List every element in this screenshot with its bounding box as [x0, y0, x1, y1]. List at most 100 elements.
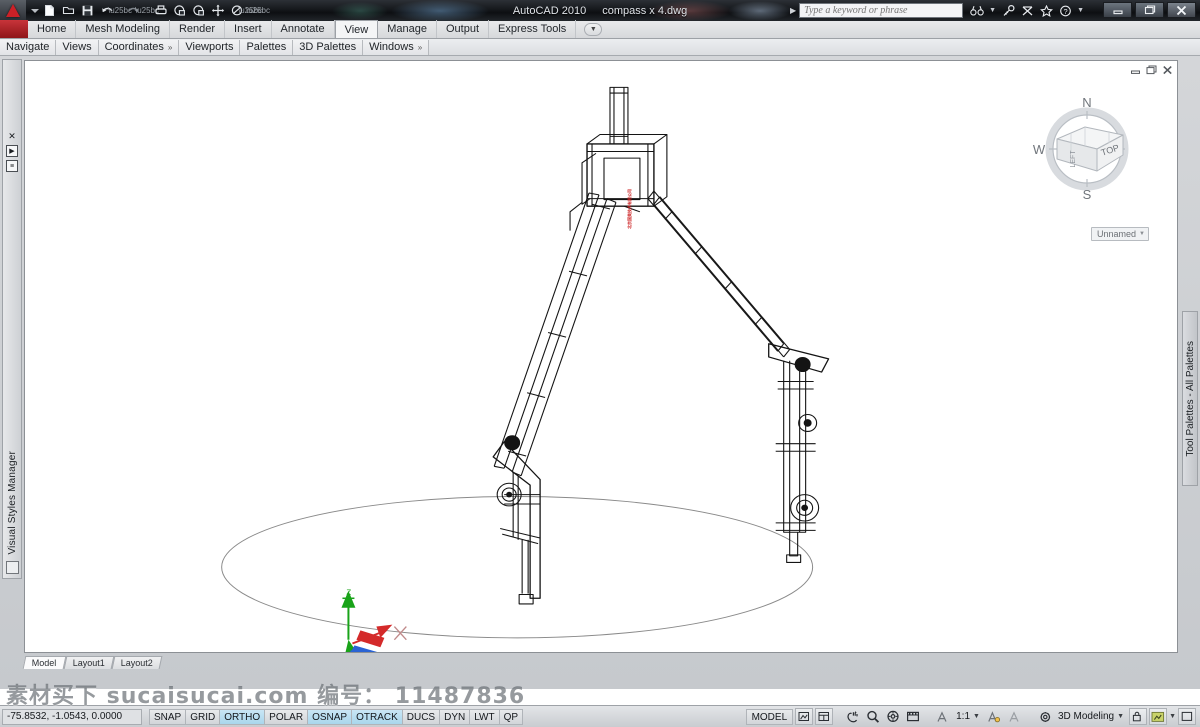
tool-palettes-dock[interactable]: Tool Palettes - All Palettes [1182, 311, 1198, 486]
panel-coordinates[interactable]: Coordinates » [98, 39, 180, 55]
annotation-scale-control[interactable]: 1:1 ▼ [953, 711, 983, 722]
drawing-close-button[interactable] [1161, 64, 1173, 76]
tab-manage[interactable]: Manage [378, 20, 437, 38]
plot-icon[interactable] [152, 2, 169, 19]
toggle-ortho[interactable]: ORTHO [219, 708, 265, 725]
drawing-minimize-button[interactable] [1129, 64, 1141, 76]
annotation-scale-caret-icon[interactable]: ▼ [973, 713, 980, 720]
annotation-sync-icon[interactable] [1005, 708, 1023, 725]
status-menu-caret-icon[interactable]: ▼ [1169, 713, 1176, 720]
viewcube-west-label: W [1033, 142, 1046, 157]
tab-express-tools[interactable]: Express Tools [489, 20, 577, 38]
layout-tab-layout2[interactable]: Layout2 [111, 656, 162, 669]
panel-palettes[interactable]: Palettes [240, 39, 294, 55]
search-box[interactable] [799, 3, 964, 18]
publish-icon[interactable] [190, 2, 207, 19]
workspace-caret-icon[interactable]: ▼ [1117, 713, 1124, 720]
ribbon-minimize-icon[interactable]: ▼ [584, 23, 603, 36]
ucs-icon: Z [341, 588, 407, 652]
space-toggle-button[interactable]: MODEL [745, 708, 794, 725]
help-icon[interactable]: ? [1058, 4, 1072, 18]
tab-home[interactable]: Home [28, 20, 77, 38]
application-status-icon[interactable] [1149, 708, 1168, 725]
open-icon[interactable] [60, 2, 77, 19]
panel-3d-palettes-label: 3D Palettes [299, 40, 357, 53]
tab-insert[interactable]: Insert [225, 20, 272, 38]
properties-menu-icon[interactable]: ≡ [6, 160, 18, 172]
layout-tab-layout1[interactable]: Layout1 [63, 656, 114, 669]
restore-button[interactable] [1135, 2, 1164, 18]
visual-styles-manager-dock[interactable]: ✕ ▶ ≡ Visual Styles Manager [2, 59, 22, 579]
drawing-restore-button[interactable] [1145, 64, 1157, 76]
application-menu-button[interactable] [0, 0, 26, 21]
favorites-icon[interactable] [1039, 4, 1053, 18]
steering-wheel-icon[interactable] [884, 708, 902, 725]
toggle-lwt[interactable]: LWT [469, 708, 499, 725]
chevron-down-icon[interactable]: ▼ [1139, 231, 1145, 237]
qat-expand-icon[interactable] [30, 6, 39, 15]
auto-hide-icon[interactable]: ▶ [6, 145, 18, 157]
search-input[interactable] [804, 5, 959, 16]
new-icon[interactable] [41, 2, 58, 19]
panel-views[interactable]: Views [56, 39, 99, 55]
minimize-button[interactable] [1103, 2, 1132, 18]
toggle-osnap[interactable]: OSNAP [307, 708, 352, 725]
qat-overflow-icon[interactable]: \u25bc [246, 2, 270, 19]
panel-windows[interactable]: Windows » [363, 39, 430, 55]
toggle-otrack[interactable]: OTRACK [351, 708, 402, 725]
close-button[interactable] [1167, 2, 1196, 18]
tab-view[interactable]: View [334, 20, 379, 38]
tab-render[interactable]: Render [170, 20, 226, 38]
signature-icon[interactable] [1020, 4, 1034, 18]
ribbon-panel-bar: Navigate Views Coordinates » Viewports P… [0, 39, 1200, 56]
viewcube[interactable]: N W S TOP LEFT [1031, 91, 1143, 211]
named-view-dropdown[interactable]: Unnamed ▼ [1090, 227, 1149, 241]
plot-preview-icon[interactable] [171, 2, 188, 19]
panel-3d-palettes[interactable]: 3D Palettes [293, 39, 364, 55]
layout-tab-model[interactable]: Model [22, 656, 66, 669]
toggle-polar[interactable]: POLAR [264, 708, 308, 725]
autoscale-icon[interactable] [985, 708, 1003, 725]
save-icon[interactable] [79, 2, 96, 19]
clean-screen-icon[interactable] [1178, 708, 1196, 725]
drawing-canvas[interactable]: Z 北京国美技术有限公司 N W S TOP LEFT Unnamed ▼ [24, 60, 1178, 653]
coordinate-display[interactable]: -75.8532, -1.0543, 0.0000 [2, 708, 142, 725]
search-icon[interactable] [970, 4, 984, 18]
search-caret-icon[interactable]: ▼ [989, 7, 996, 14]
watermark-text: 素材买下 sucaisucai.com 编号： 11487836 [6, 684, 526, 709]
infocenter: ▶ ▼ ? ▼ [790, 3, 1084, 18]
redo-caret-icon[interactable]: \u25bc [135, 2, 159, 19]
panel-windows-expand-icon[interactable]: » [418, 40, 422, 55]
quick-view-layouts-icon[interactable] [795, 708, 814, 725]
toggle-grid[interactable]: GRID [185, 708, 220, 725]
machine-geometry [492, 86, 830, 605]
toggle-snap[interactable]: SNAP [149, 708, 186, 725]
showmotion-icon[interactable] [904, 708, 922, 725]
close-icon[interactable]: ✕ [6, 130, 18, 142]
tab-annotate[interactable]: Annotate [272, 20, 335, 38]
toggle-ducs[interactable]: DUCS [401, 708, 440, 725]
panel-navigate[interactable]: Navigate [0, 39, 57, 55]
annotation-visibility-icon[interactable] [933, 708, 951, 725]
viewcube-left-face-label: LEFT [1070, 150, 1077, 168]
panel-viewports[interactable]: Viewports [179, 39, 241, 55]
quick-view-drawings-icon[interactable] [815, 708, 834, 725]
pan-icon[interactable] [844, 708, 862, 725]
workspace-gear-icon [1037, 708, 1055, 725]
tab-output[interactable]: Output [437, 20, 490, 38]
autocad-window: \u25bc \u25bc \u25bc \u25bc AutoCAD 2010… [0, 0, 1200, 727]
panel-coordinates-expand-icon[interactable]: » [168, 40, 172, 55]
toggle-qp[interactable]: QP [498, 708, 524, 725]
tab-mesh-modeling[interactable]: Mesh Modeling [76, 20, 170, 38]
viewcube-north-label: N [1082, 95, 1091, 110]
undo-caret-icon[interactable]: \u25bc [108, 2, 132, 19]
pan-icon[interactable] [209, 2, 226, 19]
key-icon[interactable] [1001, 4, 1015, 18]
toggle-dyn[interactable]: DYN [439, 708, 470, 725]
infocenter-caret-icon[interactable]: ▶ [790, 6, 796, 15]
toolbar-lock-icon[interactable] [1129, 708, 1148, 725]
workspace-switch-control[interactable]: 3D Modeling ▼ [1034, 708, 1127, 725]
zoom-icon[interactable] [864, 708, 882, 725]
help-caret-icon[interactable]: ▼ [1077, 7, 1084, 14]
panel-viewports-label: Viewports [185, 40, 234, 53]
